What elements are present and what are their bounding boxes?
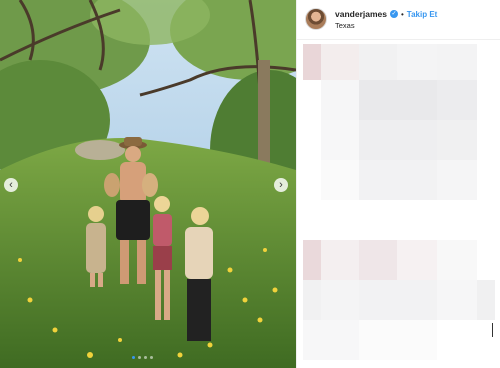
post-header: vanderjames ✓ • Takip Et Texas xyxy=(297,0,500,40)
chevron-right-icon[interactable]: › xyxy=(274,178,288,192)
post-photo[interactable]: ‹ › xyxy=(0,0,296,368)
hillside xyxy=(0,138,296,368)
post-sidebar: vanderjames ✓ • Takip Et Texas xyxy=(296,0,500,368)
rock xyxy=(75,140,125,160)
carousel-indicator xyxy=(132,356,153,359)
carousel-dot xyxy=(150,356,153,359)
instagram-post: ‹ › vanderjames ✓ • Takip Et Texas xyxy=(0,0,500,368)
carousel-dot xyxy=(144,356,147,359)
separator-dot: • xyxy=(400,9,404,19)
username-link[interactable]: vanderjames xyxy=(335,9,387,19)
chevron-left-icon[interactable]: ‹ xyxy=(4,178,18,192)
photo-scene xyxy=(0,0,296,368)
carousel-dot xyxy=(138,356,141,359)
pixelated-comments-area xyxy=(297,40,500,368)
follow-button[interactable]: Takip Et xyxy=(407,10,438,19)
verified-badge-icon: ✓ xyxy=(389,10,398,18)
user-row: vanderjames ✓ • Takip Et xyxy=(335,9,437,19)
text-cursor xyxy=(492,323,493,337)
avatar[interactable] xyxy=(305,8,327,30)
carousel-dot xyxy=(132,356,135,359)
location-link[interactable]: Texas xyxy=(335,21,355,30)
